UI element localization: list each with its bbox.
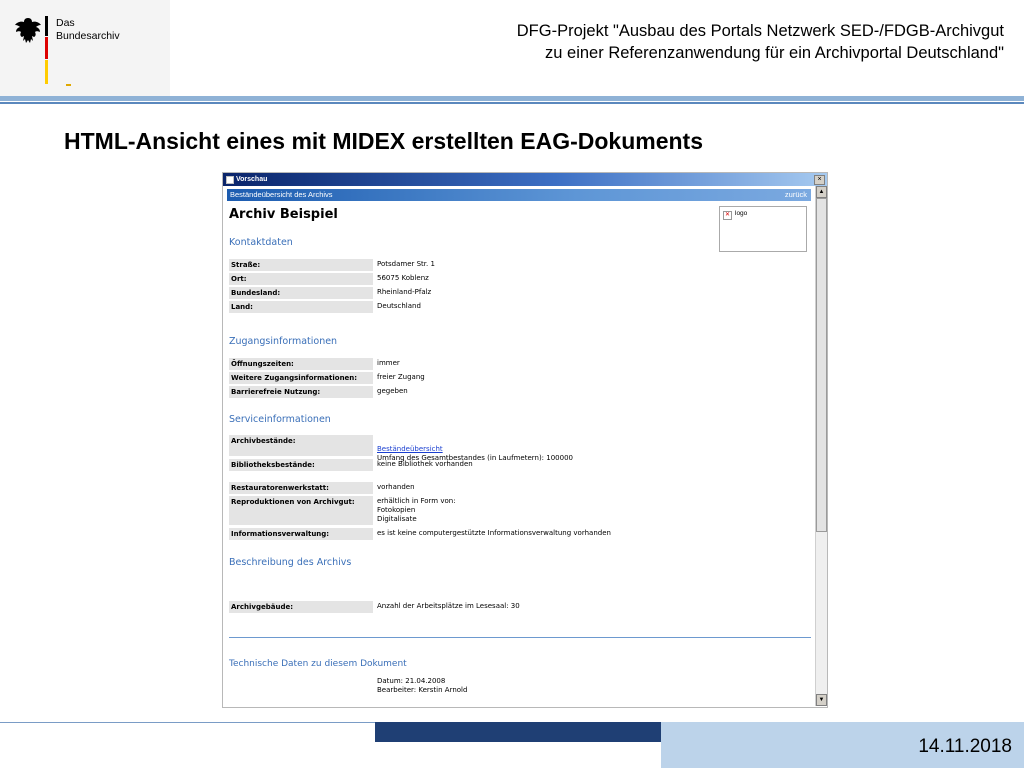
nav-title: Beständeübersicht des Archivs [230, 190, 333, 199]
row-label: Weitere Zugangsinformationen: [229, 372, 373, 384]
preview-titlebar[interactable]: Vorschau × [223, 173, 827, 186]
row-value: Potsdamer Str. 1 [377, 260, 435, 268]
row-label: Land: [229, 301, 373, 313]
footer-line [0, 722, 375, 723]
tech-date: Datum: 21.04.2008 [377, 677, 446, 685]
close-icon[interactable]: × [814, 175, 825, 185]
section-separator [229, 637, 811, 638]
footer-date: 14.11.2018 [918, 736, 1012, 757]
row-label: Bundesland: [229, 287, 373, 299]
row-label: Reproduktionen von Archivgut: [229, 496, 373, 525]
preview-window-title: Vorschau [236, 176, 268, 183]
logo-alt-text: logo [735, 210, 748, 217]
bestaende-link[interactable]: Beständeübersicht [377, 445, 443, 453]
row-value: erhältlich in Form von: Fotokopien Digit… [377, 497, 456, 523]
row-label: Ort: [229, 273, 373, 285]
header-line [0, 102, 1024, 104]
window-icon [226, 176, 234, 184]
logo-gold-dash [66, 84, 71, 86]
preview-scrollbar[interactable]: ▲ ▼ [815, 186, 827, 706]
row-label: Archivbestände: [229, 435, 373, 456]
section-beschreibung: Beschreibung des Archivs [229, 557, 352, 568]
row-label: Archivgebäude: [229, 601, 373, 613]
row-value: Rheinland-Pfalz [377, 288, 432, 296]
row-value: Anzahl der Arbeitsplätze im Lesesaal: 30 [377, 602, 520, 610]
tech-data-block: Datum: 21.04.2008 Bearbeiter: Kerstin Ar… [377, 677, 467, 695]
flag-black-bar [45, 16, 48, 36]
flag-gold-bar [45, 60, 48, 84]
project-title: DFG-Projekt "Ausbau des Portals Netzwerk… [517, 20, 1004, 64]
archive-logo-placeholder: ✕ logo [719, 206, 807, 252]
logo-text: Das Bundesarchiv [56, 17, 120, 43]
row-value: freier Zugang [377, 373, 425, 381]
row-label: Straße: [229, 259, 373, 271]
tech-data-heading: Technische Daten zu diesem Dokument [229, 659, 407, 669]
row-value: gegeben [377, 387, 408, 395]
page-title: HTML-Ansicht eines mit MIDEX erstellten … [64, 128, 703, 154]
section-kontaktdaten: Kontaktdaten [229, 237, 293, 248]
tech-editor: Bearbeiter: Kerstin Arnold [377, 686, 468, 694]
header-band [0, 96, 1024, 101]
footer-dark-bar [375, 722, 661, 742]
row-value: keine Bibliothek vorhanden [377, 460, 473, 468]
flag-red-bar [45, 37, 48, 59]
row-label: Informationsverwaltung: [229, 528, 373, 540]
scroll-thumb[interactable] [816, 198, 827, 532]
section-serviceinformationen: Serviceinformationen [229, 414, 331, 425]
section-zugangsinformationen: Zugangsinformationen [229, 336, 338, 347]
preview-window: Vorschau × Beständeübersicht des Archivs… [222, 172, 828, 708]
logo-text-line2: Bundesarchiv [56, 30, 120, 42]
row-value: immer [377, 359, 400, 367]
row-value: 56075 Koblenz [377, 274, 429, 282]
row-value: Deutschland [377, 302, 421, 310]
logo-text-line1: Das [56, 17, 75, 29]
broken-image-icon: ✕ [723, 211, 732, 220]
row-label: Barrierefreie Nutzung: [229, 386, 373, 398]
federal-eagle-icon [15, 18, 41, 43]
preview-navbar: Beständeübersicht des Archivs zurück [227, 189, 811, 201]
project-title-line2: zu einer Referenzanwendung für ein Archi… [545, 44, 1004, 62]
bundesarchiv-logo: Das Bundesarchiv [0, 0, 170, 96]
row-label: Bibliotheksbestände: [229, 459, 373, 471]
row-label: Restauratorenwerkstatt: [229, 482, 373, 494]
row-label: Öffnungszeiten: [229, 358, 373, 370]
project-title-line1: DFG-Projekt "Ausbau des Portals Netzwerk… [516, 22, 1004, 40]
scroll-down-icon[interactable]: ▼ [816, 694, 827, 706]
back-link[interactable]: zurück [785, 189, 807, 201]
row-value: vorhanden [377, 483, 415, 491]
row-value: es ist keine computergestützte Informati… [377, 529, 611, 537]
archive-name: Archiv Beispiel [229, 207, 338, 222]
scroll-up-icon[interactable]: ▲ [816, 186, 827, 198]
